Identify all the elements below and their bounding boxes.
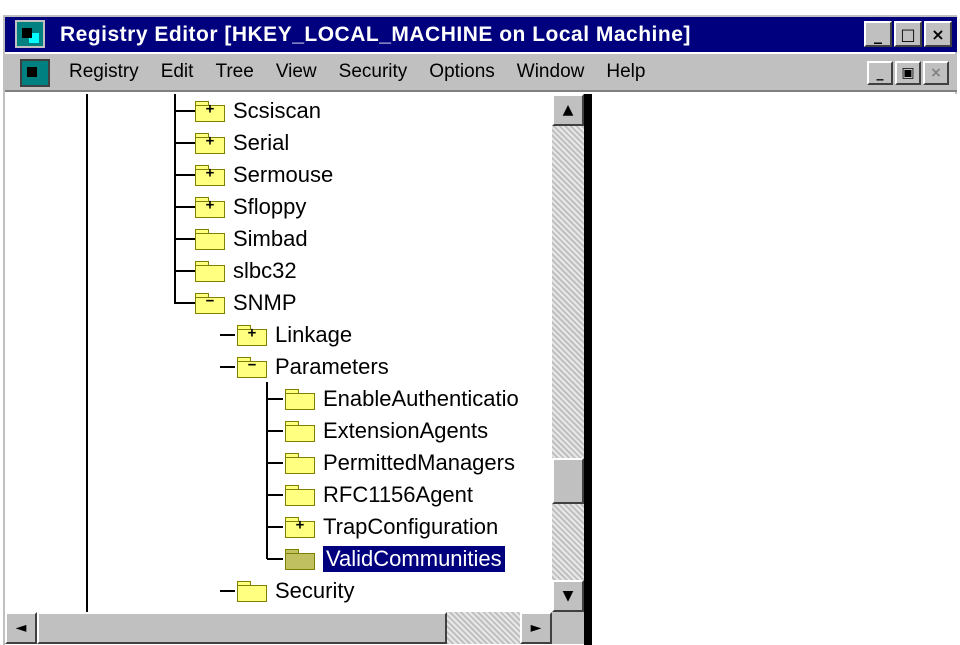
open-folder-icon bbox=[285, 549, 315, 570]
tree-node-label: PermittedManagers bbox=[323, 450, 515, 475]
menu-tree[interactable]: Tree bbox=[215, 61, 253, 83]
menu-options[interactable]: Options bbox=[429, 61, 494, 83]
tree-vertical-scrollbar[interactable]: ▲ ▼ bbox=[552, 94, 584, 612]
vertical-scroll-thumb[interactable] bbox=[552, 458, 584, 504]
tree-node-scsiscan[interactable]: + Scsiscan bbox=[195, 95, 321, 127]
document-minimize-button[interactable]: _ bbox=[867, 61, 893, 85]
menu-window[interactable]: Window bbox=[517, 61, 585, 83]
scroll-left-button[interactable]: ◄ bbox=[5, 612, 37, 644]
tree-node-label: EnableAuthenticatio bbox=[323, 386, 519, 411]
tree-node-label: Scsiscan bbox=[233, 98, 322, 123]
folder-plus-icon[interactable]: + bbox=[195, 165, 225, 186]
tree-node-permittedmanagers[interactable]: PermittedManagers bbox=[285, 447, 515, 479]
folder-plus-icon[interactable]: + bbox=[195, 133, 225, 154]
tree-node-sfloppy[interactable]: + Sfloppy bbox=[195, 191, 306, 223]
tree-node-serial[interactable]: + Serial bbox=[195, 127, 289, 159]
tree-node-label: Serial bbox=[233, 130, 290, 155]
folder-icon bbox=[285, 485, 315, 506]
title-bar[interactable]: Registry Editor [HKEY_LOCAL_MACHINE on L… bbox=[5, 17, 957, 52]
tree-node-label: ExtensionAgents bbox=[323, 418, 489, 443]
tree-node-label-selected: ValidCommunities bbox=[322, 545, 506, 573]
tree-node-validcommunities[interactable]: ValidCommunities bbox=[285, 543, 506, 575]
document-caption-buttons: _ ▣ × bbox=[867, 61, 949, 85]
scroll-down-button[interactable]: ▼ bbox=[552, 580, 584, 612]
document-restore-button[interactable]: ▣ bbox=[895, 61, 921, 85]
tree-node-extensionagents[interactable]: ExtensionAgents bbox=[285, 415, 488, 447]
folder-icon bbox=[237, 581, 267, 602]
registry-app-icon[interactable] bbox=[15, 20, 45, 48]
tree-horizontal-scrollbar[interactable]: ◄ ► bbox=[5, 612, 552, 644]
tree-node-slbc32[interactable]: slbc32 bbox=[195, 255, 297, 287]
folder-plus-icon[interactable]: + bbox=[195, 197, 225, 218]
tree-node-linkage[interactable]: + Linkage bbox=[237, 319, 352, 351]
scrollbar-corner bbox=[552, 612, 584, 644]
document-system-menu-icon[interactable] bbox=[20, 59, 50, 87]
tree-node-label: TrapConfiguration bbox=[323, 514, 499, 539]
tree-node-label: slbc32 bbox=[233, 258, 297, 283]
menu-registry[interactable]: Registry bbox=[69, 61, 139, 83]
tree-node-label: Simbad bbox=[233, 226, 308, 251]
menu-bar: Registry Edit Tree View Security Options… bbox=[5, 54, 957, 92]
menu-help[interactable]: Help bbox=[606, 61, 645, 83]
minimize-button[interactable]: _ bbox=[864, 21, 892, 47]
tree-node-trapconfiguration[interactable]: + TrapConfiguration bbox=[285, 511, 498, 543]
maximize-button[interactable]: □ bbox=[894, 21, 922, 47]
tree-node-label: Sermouse bbox=[233, 162, 334, 187]
folder-icon bbox=[285, 421, 315, 442]
pane-splitter[interactable] bbox=[584, 94, 592, 645]
window-title: Registry Editor [HKEY_LOCAL_MACHINE on L… bbox=[60, 23, 691, 46]
folder-icon bbox=[195, 261, 225, 282]
tree-node-sermouse[interactable]: + Sermouse bbox=[195, 159, 333, 191]
caption-buttons: _ □ × bbox=[864, 21, 952, 48]
tree-node-enableauthenticationtraps[interactable]: EnableAuthenticatio bbox=[285, 383, 519, 415]
menu-edit[interactable]: Edit bbox=[161, 61, 194, 83]
tree-node-snmp[interactable]: − SNMP bbox=[195, 287, 297, 319]
folder-minus-icon[interactable]: − bbox=[195, 293, 225, 314]
folder-plus-icon[interactable]: + bbox=[195, 101, 225, 122]
tree-node-rfc1156agent[interactable]: RFC1156Agent bbox=[285, 479, 473, 511]
close-button[interactable]: × bbox=[924, 21, 952, 47]
menu-view[interactable]: View bbox=[276, 61, 317, 83]
menu-security[interactable]: Security bbox=[339, 61, 408, 83]
document-close-button[interactable]: × bbox=[923, 61, 949, 85]
tree-node-security[interactable]: Security bbox=[237, 575, 354, 607]
registry-editor-window: Registry Editor [HKEY_LOCAL_MACHINE on L… bbox=[0, 0, 960, 645]
menu-items: Registry Edit Tree View Security Options… bbox=[69, 61, 645, 83]
tree-node-label: RFC1156Agent bbox=[323, 482, 474, 507]
value-pane[interactable] bbox=[592, 94, 957, 645]
tree-node-simbad[interactable]: Simbad bbox=[195, 223, 308, 255]
folder-icon bbox=[195, 229, 225, 250]
tree-node-label: SNMP bbox=[233, 290, 297, 315]
folder-plus-icon[interactable]: + bbox=[237, 325, 267, 346]
tree-node-label: Sfloppy bbox=[233, 194, 307, 219]
tree-node-label: Parameters bbox=[275, 354, 389, 379]
folder-minus-icon[interactable]: − bbox=[237, 357, 267, 378]
key-tree-pane[interactable]: + Scsiscan + Serial + Sermouse + Sfloppy… bbox=[5, 94, 585, 614]
tree-node-label: Linkage bbox=[275, 322, 353, 347]
folder-icon bbox=[285, 389, 315, 410]
tree-node-label: Security bbox=[275, 578, 355, 603]
scroll-right-button[interactable]: ► bbox=[520, 612, 552, 644]
scroll-up-button[interactable]: ▲ bbox=[552, 94, 584, 126]
folder-icon bbox=[285, 453, 315, 474]
folder-plus-icon[interactable]: + bbox=[285, 517, 315, 538]
tree-node-parameters[interactable]: − Parameters bbox=[237, 351, 389, 383]
horizontal-scroll-thumb[interactable] bbox=[37, 612, 447, 644]
